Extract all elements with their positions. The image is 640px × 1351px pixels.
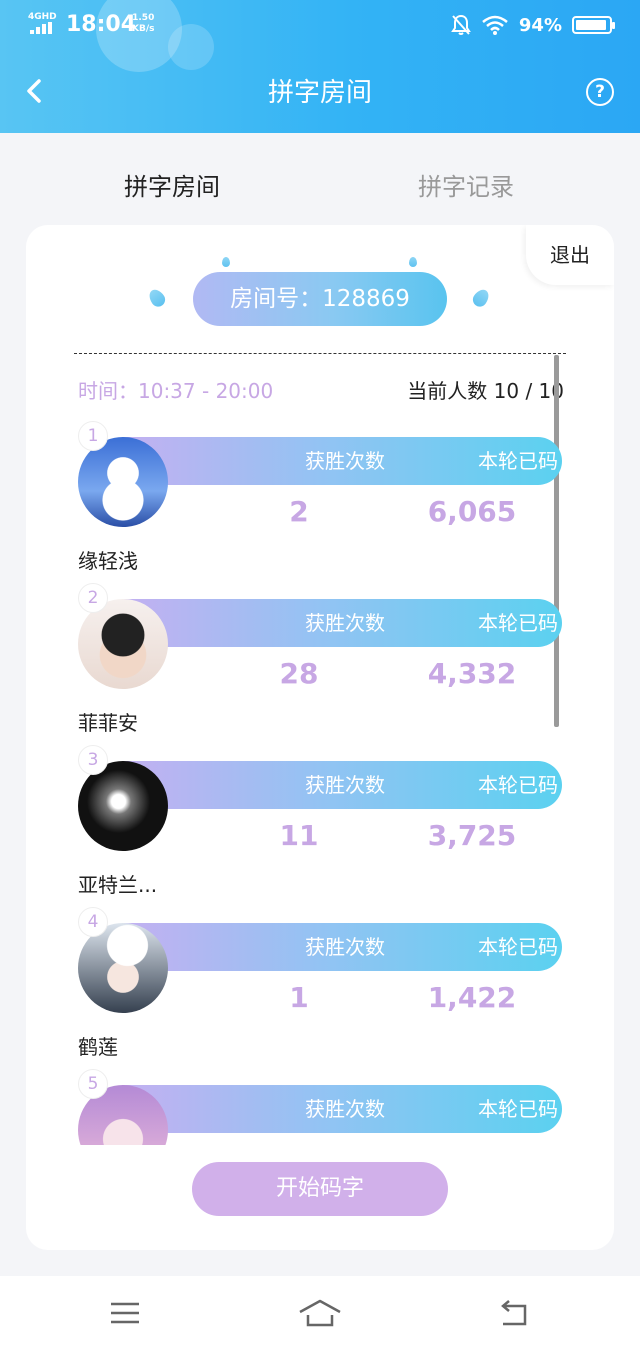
signal-icon [30, 22, 56, 34]
wins-header: 获胜次数 [305, 773, 385, 797]
mute-notification-icon [451, 14, 471, 35]
rank-badge: 4 [78, 907, 108, 937]
battery-percent: 94% [518, 14, 562, 36]
network-type: 4GHD [28, 12, 57, 22]
rank-badge: 1 [78, 421, 108, 451]
room-number: 房间号：128869 [230, 286, 410, 312]
stat-header-bar: 获胜次数 本轮已码 [122, 599, 562, 647]
stat-header-bar: 获胜次数 本轮已码 [122, 1085, 562, 1133]
list-item: 获胜次数 本轮已码 3 11 3,725 亚特兰... [76, 745, 566, 907]
droplet-decor-icon [409, 257, 417, 267]
list-item: 获胜次数 本轮已码 1 2 6,065 缘轻浅 [76, 421, 566, 583]
member-count: 当前人数 10 / 10 [407, 379, 564, 403]
wins-header: 获胜次数 [305, 449, 385, 473]
wins-header: 获胜次数 [305, 611, 385, 635]
divider [74, 353, 566, 354]
stat-header-bar: 获胜次数 本轮已码 [122, 437, 562, 485]
list-item: 获胜次数 本轮已码 2 28 4,332 菲菲安 [76, 583, 566, 745]
app-header: 4GHD 18:04 1.50 KB/s 94% 拼字房间 ? [0, 0, 640, 133]
rank-badge: 3 [78, 745, 108, 775]
start-typing-button[interactable]: 开始码字 [192, 1162, 448, 1216]
status-time: 18:04 [66, 12, 137, 37]
wins-value: 1 [289, 981, 309, 1014]
droplet-decor-icon [222, 257, 230, 267]
back-icon[interactable] [495, 1298, 535, 1328]
speed-unit: KB/s [132, 24, 155, 34]
coded-header: 本轮已码 [478, 611, 558, 635]
player-name: 鹤莲 [78, 1035, 118, 1059]
droplet-decor-icon [146, 286, 168, 310]
wifi-icon [482, 15, 508, 35]
stat-header-bar: 获胜次数 本轮已码 [122, 923, 562, 971]
wins-value: 28 [279, 657, 319, 690]
list-item: 获胜次数 本轮已码 5 [76, 1069, 566, 1145]
rank-badge: 5 [78, 1069, 108, 1099]
speed-value: 1.50 [132, 13, 155, 23]
player-name: 菲菲安 [78, 711, 138, 735]
coded-value: 1,422 [427, 981, 517, 1014]
tab-room[interactable]: 拼字房间 [124, 167, 220, 202]
player-name: 缘轻浅 [78, 549, 138, 573]
home-icon[interactable] [298, 1298, 342, 1328]
coded-header: 本轮已码 [478, 935, 558, 959]
help-icon[interactable]: ? [586, 78, 614, 106]
page-title: 拼字房间 [267, 78, 372, 108]
room-card: 退出 房间号：128869 时间：10:37 - 20:00 当前人数 10 /… [26, 225, 614, 1250]
wins-value: 2 [289, 495, 309, 528]
droplet-decor-icon [470, 286, 492, 310]
player-name: 亚特兰... [78, 873, 158, 897]
tab-bar: 拼字房间 拼字记录 [0, 133, 640, 225]
wins-value: 11 [279, 819, 319, 852]
exit-button[interactable]: 退出 [526, 225, 614, 285]
room-time: 时间：10:37 - 20:00 [78, 379, 274, 403]
system-nav-bar [0, 1276, 640, 1351]
coded-value: 3,725 [427, 819, 517, 852]
coded-header: 本轮已码 [478, 449, 558, 473]
wins-header: 获胜次数 [305, 1097, 385, 1121]
coded-value: 4,332 [427, 657, 517, 690]
wins-header: 获胜次数 [305, 935, 385, 959]
stat-header-bar: 获胜次数 本轮已码 [122, 761, 562, 809]
coded-value: 6,065 [427, 495, 517, 528]
tab-records[interactable]: 拼字记录 [418, 167, 514, 202]
status-bar: 4GHD 18:04 1.50 KB/s 94% [0, 0, 640, 50]
player-list[interactable]: 获胜次数 本轮已码 1 2 6,065 缘轻浅 获胜次数 本轮已码 2 28 4… [76, 421, 566, 1145]
list-item: 获胜次数 本轮已码 4 1 1,422 鹤莲 [76, 907, 566, 1069]
coded-header: 本轮已码 [478, 773, 558, 797]
coded-header: 本轮已码 [478, 1097, 558, 1121]
battery-icon [572, 16, 615, 34]
room-number-badge: 房间号：128869 [193, 272, 447, 326]
rank-badge: 2 [78, 583, 108, 613]
menu-icon[interactable] [105, 1298, 145, 1328]
network-speed: 1.50 KB/s [132, 13, 154, 35]
